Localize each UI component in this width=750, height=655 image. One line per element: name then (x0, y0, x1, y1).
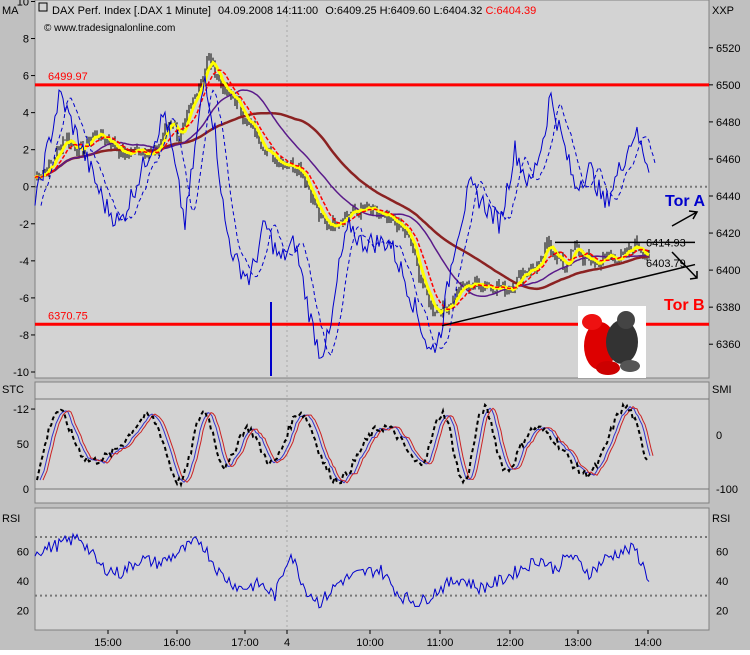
price-left-tick: 8 (23, 34, 29, 46)
time-tick: 13:00 (564, 637, 592, 649)
stoch-left-tick: 0 (23, 484, 29, 496)
rsi-right-tick: 20 (716, 605, 728, 617)
rsi-left-tick: 60 (17, 547, 29, 559)
chart-canvas: 1086420-2-4-6-8-10-126520650064806460644… (0, 0, 750, 650)
tor-a-label: Tor A (665, 193, 705, 210)
price-right-tick: 6440 (716, 191, 740, 203)
price-right-tick: 6500 (716, 80, 740, 92)
tor-b-label: Tor B (664, 297, 705, 314)
price-right-tick: 6400 (716, 265, 740, 277)
price-left-tick: -4 (19, 256, 29, 268)
right-axis-label: XXP (712, 5, 734, 17)
chart-root: 10 8 6 4 2 0 -2 -4 -6 -8 -10 -12 6520 6500 6480 6460 644… (0, 0, 750, 650)
price-left-tick: 10 (17, 0, 29, 8)
rsi-panel (34, 507, 710, 631)
price-left-tick: -12 (13, 404, 29, 416)
copyright-icon: © (44, 23, 52, 34)
low-label: L:6404.32 (433, 5, 482, 17)
price-right-tick: 6460 (716, 154, 740, 166)
open-label: O:6409.25 (325, 5, 376, 17)
price-left-tick: -10 (13, 367, 29, 379)
rsi-left-tick: 20 (17, 605, 29, 617)
time-tick: 17:00 (231, 637, 259, 649)
time-tick: 10:00 (356, 637, 384, 649)
price-left-tick: -8 (19, 330, 29, 342)
time-tick: 11:00 (427, 637, 454, 649)
rsi-right-tick: 60 (716, 547, 728, 559)
level-label: 6370.75 (48, 310, 88, 322)
source-label: www.tradesignalonline.com (53, 23, 175, 34)
mascot-image (578, 306, 646, 378)
rsi-right-tick: 40 (716, 576, 728, 588)
smi-label: SMI (712, 384, 732, 396)
price-right-tick: 6380 (716, 302, 740, 314)
instrument-label: DAX Perf. Index [.DAX 1 Minute] (52, 5, 211, 17)
rsi-right-label: RSI (712, 513, 730, 525)
stoch-right-tick: -100 (716, 484, 738, 496)
rsi-label: RSI (2, 513, 20, 525)
price-right-tick: 6480 (716, 117, 740, 129)
time-tick: 15:00 (94, 637, 122, 649)
mascot-bear-head (617, 311, 635, 329)
rsi-left-tick: 40 (17, 576, 29, 588)
high-label: H:6409.60 (380, 5, 431, 17)
time-tick: 14:00 (634, 637, 662, 649)
time-tick: 4 (284, 637, 290, 649)
price-left-tick: -6 (19, 293, 29, 305)
datetime-label: 04.09.2008 14:11:00 (218, 5, 318, 17)
price-left-tick: -2 (19, 219, 29, 231)
price-left-tick: 2 (23, 145, 29, 157)
mascot-bull-head (582, 314, 602, 330)
svg-text:© www.tradesignalonline.: © www.tradesignalonline.com (44, 23, 175, 34)
triangle-upper-label: 6414.93 (646, 237, 686, 249)
level-label: 6499.97 (48, 71, 88, 83)
price-left-tick: 4 (23, 108, 29, 120)
close-label: C:6404.39 (485, 5, 536, 17)
price-left-tick: 0 (23, 182, 29, 194)
price-left-tick: 6 (23, 71, 29, 83)
price-right-tick: 6420 (716, 228, 740, 240)
left-axis-label: MA (2, 5, 19, 17)
time-tick: 12:00 (496, 637, 524, 649)
mascot-bull-leg (596, 361, 620, 375)
svg-text:DAX Perf. Index [.DAX 1 Minut: DAX Perf. Index [.DAX 1 Minute] 04.09.20… (52, 5, 536, 17)
stoch-right-tick: 0 (716, 430, 722, 442)
price-right-tick: 6520 (716, 43, 740, 55)
price-right-tick: 6360 (716, 339, 740, 351)
time-tick: 16:00 (163, 637, 191, 649)
stoch-left-tick: 50 (17, 439, 29, 451)
mascot-bear-leg (620, 360, 640, 372)
stoch-label: STC (2, 384, 24, 396)
